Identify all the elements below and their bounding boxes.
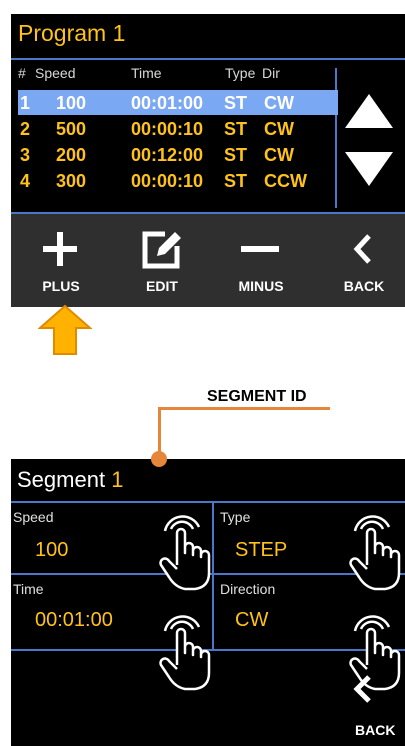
back-chevron-icon (353, 234, 371, 264)
column-header-type: Type (225, 65, 256, 81)
plus-icon (43, 232, 77, 266)
program-screen: Program 1 # Speed Time Type Dir 1 100 00… (11, 14, 405, 307)
column-header-speed: Speed (35, 65, 76, 81)
column-header-number: # (18, 65, 26, 81)
time-value: 00:01:00 (35, 609, 113, 631)
row-number: 1 (20, 93, 31, 113)
speed-value: 100 (35, 539, 69, 561)
row-type: ST (224, 145, 248, 165)
tap-hand-icon (349, 515, 401, 591)
tap-hand-icon (159, 515, 211, 591)
back-button[interactable]: BACK (305, 214, 405, 307)
row-number: 2 (20, 119, 31, 139)
speed-label: Speed (13, 509, 54, 525)
column-header-dir: Dir (262, 65, 280, 81)
type-label: Type (220, 509, 251, 525)
pointer-arrow-icon (38, 304, 92, 355)
row-number: 3 (20, 145, 31, 165)
minus-label: MINUS (238, 278, 284, 294)
scroll-down-button[interactable] (345, 152, 393, 186)
row-speed: 200 (56, 145, 87, 165)
program-title: Program 1 (18, 20, 126, 46)
segment-id-callout-label: SEGMENT ID (207, 388, 307, 405)
segment-id: 1 (111, 467, 124, 492)
tap-hand-icon (159, 615, 211, 691)
segment-title-label: Segment (17, 467, 106, 492)
callout-dot (151, 451, 167, 467)
row-type: ST (224, 93, 248, 113)
segment-title: Segment 1 (17, 467, 123, 493)
row-dir: CW (264, 93, 294, 113)
back-label: BACK (343, 278, 385, 294)
edit-icon (142, 231, 181, 269)
back-chevron-icon (353, 675, 371, 703)
segment-back-label: BACK (355, 722, 396, 738)
segment-screen: Segment 1 Speed 100 Type STEP Time 00:01… (11, 459, 405, 746)
time-label: Time (13, 581, 44, 597)
row-time: 00:00:10 (131, 171, 204, 191)
scroll-up-button[interactable] (345, 94, 393, 128)
row-speed: 300 (56, 171, 87, 191)
row-number: 4 (20, 171, 31, 191)
edit-button[interactable]: EDIT (109, 214, 207, 307)
plus-button[interactable]: PLUS (11, 214, 109, 307)
row-time: 00:12:00 (131, 145, 204, 165)
row-speed: 100 (56, 93, 87, 113)
type-value: STEP (235, 539, 288, 561)
row-dir: CW (264, 119, 294, 139)
row-type: ST (224, 119, 248, 139)
divider (11, 58, 405, 60)
callout-line (158, 407, 330, 410)
row-type: ST (224, 171, 248, 191)
table-row[interactable]: 1 100 00:01:00 ST CW (18, 90, 338, 115)
minus-icon (241, 246, 279, 252)
direction-value: CW (235, 609, 269, 631)
plus-label: PLUS (42, 278, 80, 294)
row-time: 00:00:10 (131, 119, 204, 139)
edit-label: EDIT (146, 278, 178, 294)
row-dir: CCW (264, 171, 307, 191)
column-header-time: Time (131, 65, 162, 81)
table-row[interactable]: 3 200 00:12:00 ST CW (18, 142, 338, 167)
row-time: 00:01:00 (131, 93, 204, 113)
table-row[interactable]: 2 500 00:00:10 ST CW (18, 116, 338, 141)
toolbar: PLUS EDIT MINUS BACK (11, 214, 405, 307)
table-row[interactable]: 4 300 00:00:10 ST CCW (18, 168, 338, 193)
row-speed: 500 (56, 119, 87, 139)
direction-label: Direction (220, 581, 276, 597)
minus-button[interactable]: MINUS (207, 214, 305, 307)
row-dir: CW (264, 145, 294, 165)
